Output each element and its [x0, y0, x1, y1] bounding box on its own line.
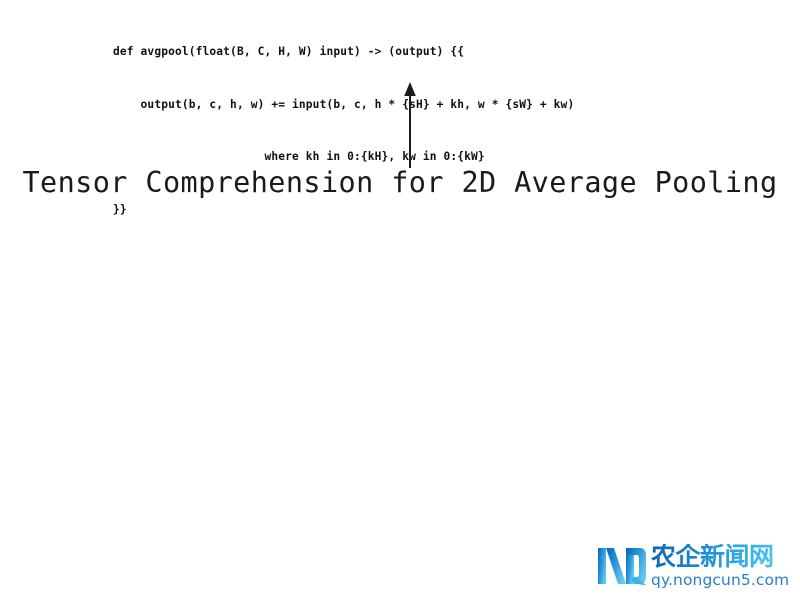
- slide-canvas: def avgpool(float(B, C, H, W) input) -> …: [0, 0, 800, 600]
- watermark: 农企新闻网 qy.nongcun5.com: [596, 544, 796, 594]
- watermark-site-name: 农企新闻网: [651, 544, 789, 570]
- nd-logo-icon: [598, 548, 646, 585]
- code-line-2: output(b, c, h, w) += input(b, c, h * {s…: [113, 97, 575, 111]
- up-arrow-icon: [404, 82, 416, 168]
- code-block: def avgpool(float(B, C, H, W) input) -> …: [113, 8, 574, 253]
- code-line-1: def avgpool(float(B, C, H, W) input) -> …: [113, 45, 465, 58]
- watermark-url: qy.nongcun5.com: [651, 571, 790, 589]
- code-line-3: where kh in 0:{kH}, kw in 0:{kW}: [113, 150, 485, 163]
- watermark-text: 农企新闻网 qy.nongcun5.com: [651, 544, 790, 590]
- page-title: Tensor Comprehension for 2D Average Pool…: [22, 166, 778, 199]
- code-line-4: }}: [113, 202, 127, 216]
